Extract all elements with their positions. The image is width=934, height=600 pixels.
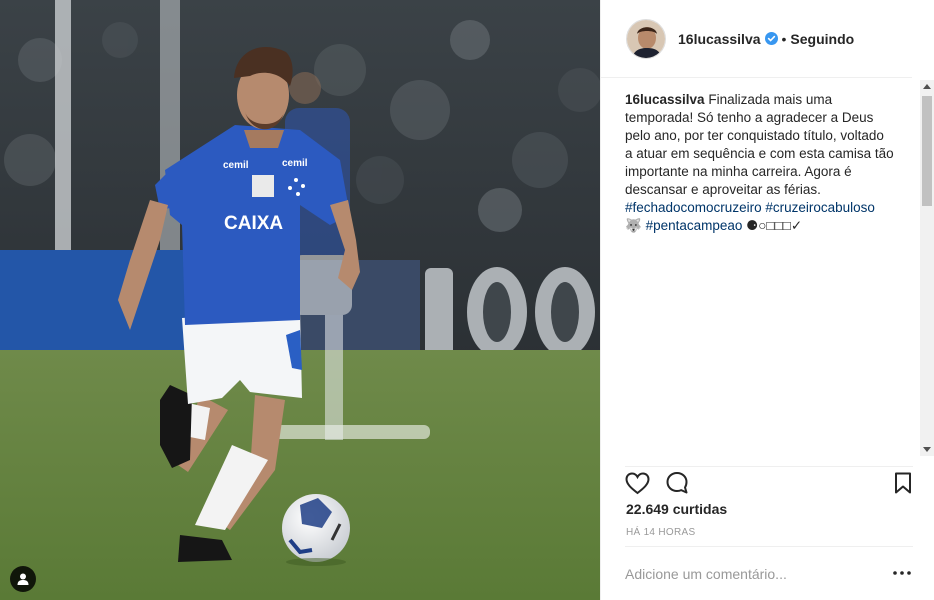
bookmark-icon[interactable] — [889, 469, 917, 497]
caption-username[interactable]: 16lucassilva — [625, 92, 705, 107]
comment-icon[interactable] — [663, 469, 691, 497]
comment-form — [625, 546, 913, 600]
post-header: 16lucassilva • Seguindo — [601, 0, 912, 78]
username-link[interactable]: 16lucassilva — [678, 31, 761, 47]
post-sidebar: 16lucassilva • Seguindo 16lucassilva Fin… — [600, 0, 934, 600]
tag-icon[interactable] — [10, 566, 36, 592]
trailing-emojis: ⚈○□□□✓ — [746, 218, 803, 233]
more-options-icon[interactable] — [891, 563, 913, 583]
wolf-emoji: 🐺 — [625, 218, 642, 233]
separator-dot: • — [781, 30, 787, 47]
verified-icon — [764, 32, 778, 45]
jersey-brand-text: cemil — [223, 160, 249, 171]
following-button[interactable]: Seguindo — [790, 31, 854, 47]
avatar[interactable] — [626, 18, 666, 59]
caption-comment: 16lucassilva Finalizada mais uma tempora… — [625, 91, 895, 451]
comments-scrollbar[interactable] — [920, 80, 934, 456]
jersey-sponsor-text: CAIXA — [224, 213, 283, 234]
post-timestamp[interactable]: HÁ 14 HORAS — [626, 527, 695, 538]
post-photo[interactable]: cemil cemil CAIXA — [0, 0, 600, 600]
hashtag-link[interactable]: #fechadocomocruzeiro — [625, 200, 762, 215]
hashtag-link[interactable]: #pentacampeao — [646, 218, 743, 233]
comment-input[interactable] — [625, 566, 875, 582]
caption-text: Finalizada mais uma temporada! Só tenho … — [625, 92, 894, 197]
scroll-up-icon[interactable] — [923, 84, 931, 89]
post-actions — [623, 466, 913, 497]
scroll-down-icon[interactable] — [923, 447, 931, 452]
heart-icon[interactable] — [623, 469, 651, 497]
football-player-image: cemil cemil CAIXA — [0, 0, 600, 600]
scroll-thumb[interactable] — [922, 96, 932, 206]
hashtag-link[interactable]: #cruzeirocabuloso — [765, 200, 875, 215]
svg-text:cemil: cemil — [282, 158, 308, 169]
likes-count[interactable]: 22.649 curtidas — [626, 501, 727, 517]
